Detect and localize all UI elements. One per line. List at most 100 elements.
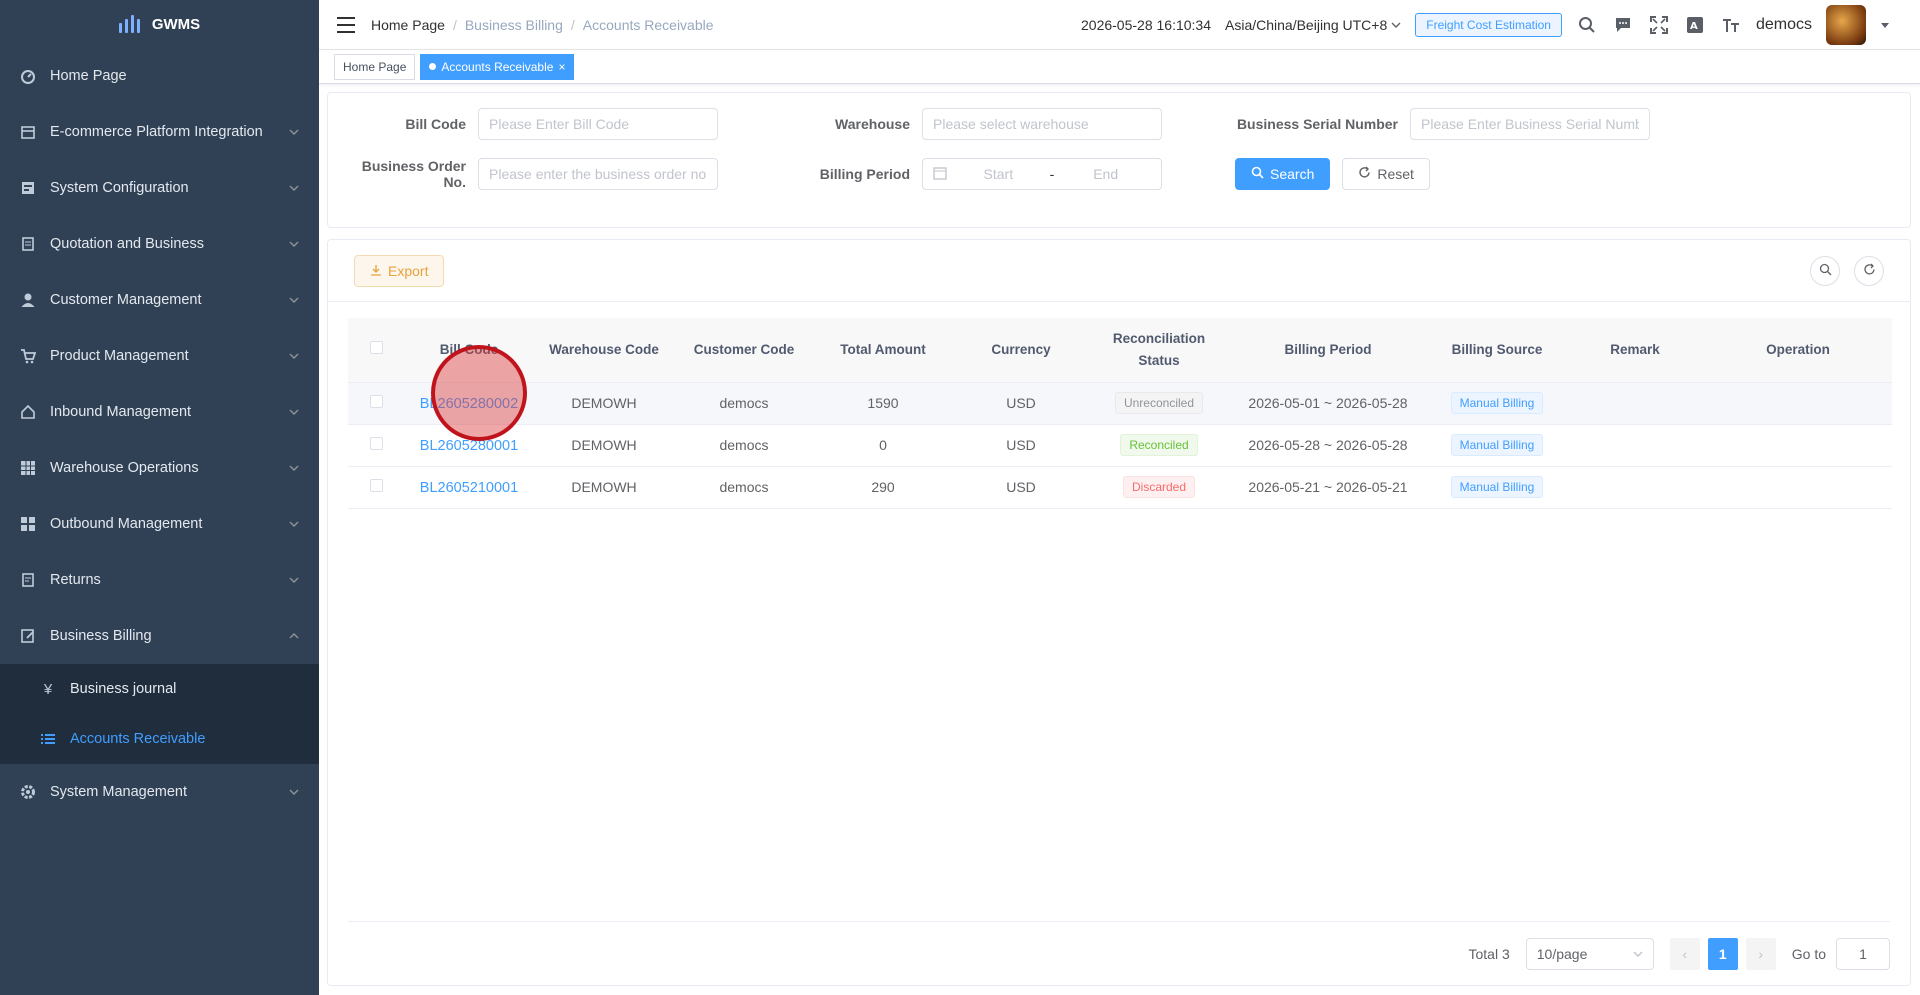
search-button[interactable]: Search [1235,158,1331,190]
reset-button-label: Reset [1377,166,1414,182]
warehouse-select[interactable] [922,108,1162,140]
operation-cell [1704,466,1892,509]
business-billing-submenu: ¥ Business journal Accounts Receivable [0,664,319,764]
close-icon[interactable]: × [558,55,565,79]
serial-number-input[interactable] [1410,108,1650,140]
refresh-icon [1863,263,1876,279]
sidebar-item-label: Accounts Receivable [70,731,206,747]
username[interactable]: democs [1756,16,1812,34]
search-form: Bill Code Warehouse Business Serial Numb… [327,92,1911,228]
app-name: GWMS [151,15,201,33]
tag-accounts-receivable[interactable]: Accounts Receivable × [420,53,575,80]
sidebar-item-accounts-receivable[interactable]: Accounts Receivable [0,714,319,764]
sidebar-item-home[interactable]: Home Page [0,48,319,104]
customer-code-cell: democs [674,424,814,467]
bill-code-link[interactable]: BL2605280001 [420,438,518,454]
select-all-checkbox[interactable] [369,340,383,354]
sidebar-item-system-configuration[interactable]: System Configuration [0,160,319,216]
sidebar-item-product[interactable]: Product Management [0,328,319,384]
row-checkbox[interactable] [369,479,383,492]
column-header: Billing Period [1228,318,1428,383]
hamburger-icon[interactable] [337,16,355,33]
freight-cost-estimation-button[interactable]: Freight Cost Estimation [1415,12,1562,37]
search-icon [1819,263,1832,279]
tag-home[interactable]: Home Page [334,53,416,80]
message-icon[interactable] [1612,14,1634,36]
fullscreen-icon[interactable] [1648,14,1670,36]
breadcrumb-item[interactable]: Home Page [371,17,445,33]
next-page-button[interactable]: › [1745,937,1776,970]
sidebar-item-outbound[interactable]: Outbound Management [0,496,319,552]
sidebar-item-quotation[interactable]: Quotation and Business [0,216,319,272]
sidebar-item-label: Returns [50,572,101,588]
period-end[interactable]: End [1060,166,1151,182]
bill-code-label: Bill Code [405,116,466,132]
chevron-down-icon [289,183,299,193]
status-cell: Discarded [1090,466,1228,509]
warehouse-code-cell: DEMOWH [534,424,674,467]
export-button[interactable]: Export [354,254,445,287]
prev-page-button[interactable]: ‹ [1669,937,1700,970]
sidebar-item-warehouse-operations[interactable]: Warehouse Operations [0,440,319,496]
page-number-button[interactable]: 1 [1707,937,1738,970]
page-size-select[interactable]: 10/page [1525,937,1654,970]
list-icon [40,731,56,747]
logo-icon [118,15,140,33]
dashboard-icon [20,68,36,84]
chevron-down-icon [289,239,299,249]
timezone-label: Asia/China/Beijing UTC+8 [1225,16,1388,33]
source-badge: Manual Billing [1450,476,1544,498]
refresh-table-button[interactable] [1854,255,1884,286]
sidebar-item-business-journal[interactable]: ¥ Business journal [0,664,319,714]
breadcrumb: Home Page / Business Billing / Accounts … [371,16,714,33]
billing-period-picker[interactable]: Start - End [922,158,1162,190]
sidebar-item-customer[interactable]: Customer Management [0,272,319,328]
status-badge: Reconciled [1120,434,1198,456]
total-count: Total 3 [1468,945,1510,962]
avatar[interactable] [1826,4,1866,45]
serial-number-label: Business Serial Number [1236,116,1398,132]
bill-code-link[interactable]: BL2605280002 [420,396,518,412]
font-size-icon[interactable] [1720,14,1742,36]
row-checkbox[interactable] [369,437,383,450]
reset-button[interactable]: Reset [1342,158,1430,190]
billing-period-cell: 2026-05-01 ~ 2026-05-28 [1228,382,1428,425]
edit-icon [20,628,36,644]
yen-icon: ¥ [43,680,53,698]
row-checkbox[interactable] [369,395,383,408]
language-icon[interactable]: A [1684,14,1706,36]
billing-source-cell: Manual Billing [1428,424,1566,467]
table-row[interactable]: BL2605210001 DEMOWH democs 290 USD Disca… [348,466,1892,509]
sidebar-item-system-management[interactable]: System Management [0,764,319,820]
timezone-select[interactable]: Asia/China/Beijing UTC+8 [1225,17,1401,33]
table-row[interactable]: BL2605280002 DEMOWH democs 1590 USD Unre… [348,382,1892,425]
bill-code-input[interactable] [478,108,718,140]
sidebar-item-ecommerce[interactable]: E-commerce Platform Integration [0,104,319,160]
column-header: Warehouse Code [534,318,674,383]
period-start[interactable]: Start [953,166,1044,182]
toggle-search-button[interactable] [1810,255,1840,286]
sidebar-item-business-billing[interactable]: Business Billing [0,608,319,664]
row-select-cell [348,466,404,509]
sidebar-item-label: Business journal [70,681,177,697]
source-badge: Manual Billing [1450,434,1544,456]
search-icon[interactable] [1576,14,1598,36]
sidebar-item-inbound[interactable]: Inbound Management [0,384,319,440]
column-header: Billing Source [1428,318,1566,383]
order-no-input[interactable] [478,158,718,190]
caret-down-icon[interactable] [1880,17,1890,33]
table-row[interactable]: BL2605280001 DEMOWH democs 0 USD Reconci… [348,424,1892,467]
column-header: Currency [952,318,1090,383]
sidebar-item-label: System Configuration [50,180,189,196]
status-cell: Unreconciled [1090,382,1228,425]
sidebar-item-returns[interactable]: Returns [0,552,319,608]
chevron-right-icon: › [1758,945,1764,962]
currency-cell: USD [952,466,1090,509]
svg-text:A: A [1690,21,1698,32]
bill-code-link[interactable]: BL2605210001 [420,480,518,496]
pagination: Total 3 10/page ‹ 1 › Go to 1 [348,921,1890,985]
goto-page-input[interactable]: 1 [1836,937,1890,970]
active-dot [429,63,437,70]
operation-cell [1704,424,1892,467]
app-logo[interactable]: GWMS [0,0,319,48]
